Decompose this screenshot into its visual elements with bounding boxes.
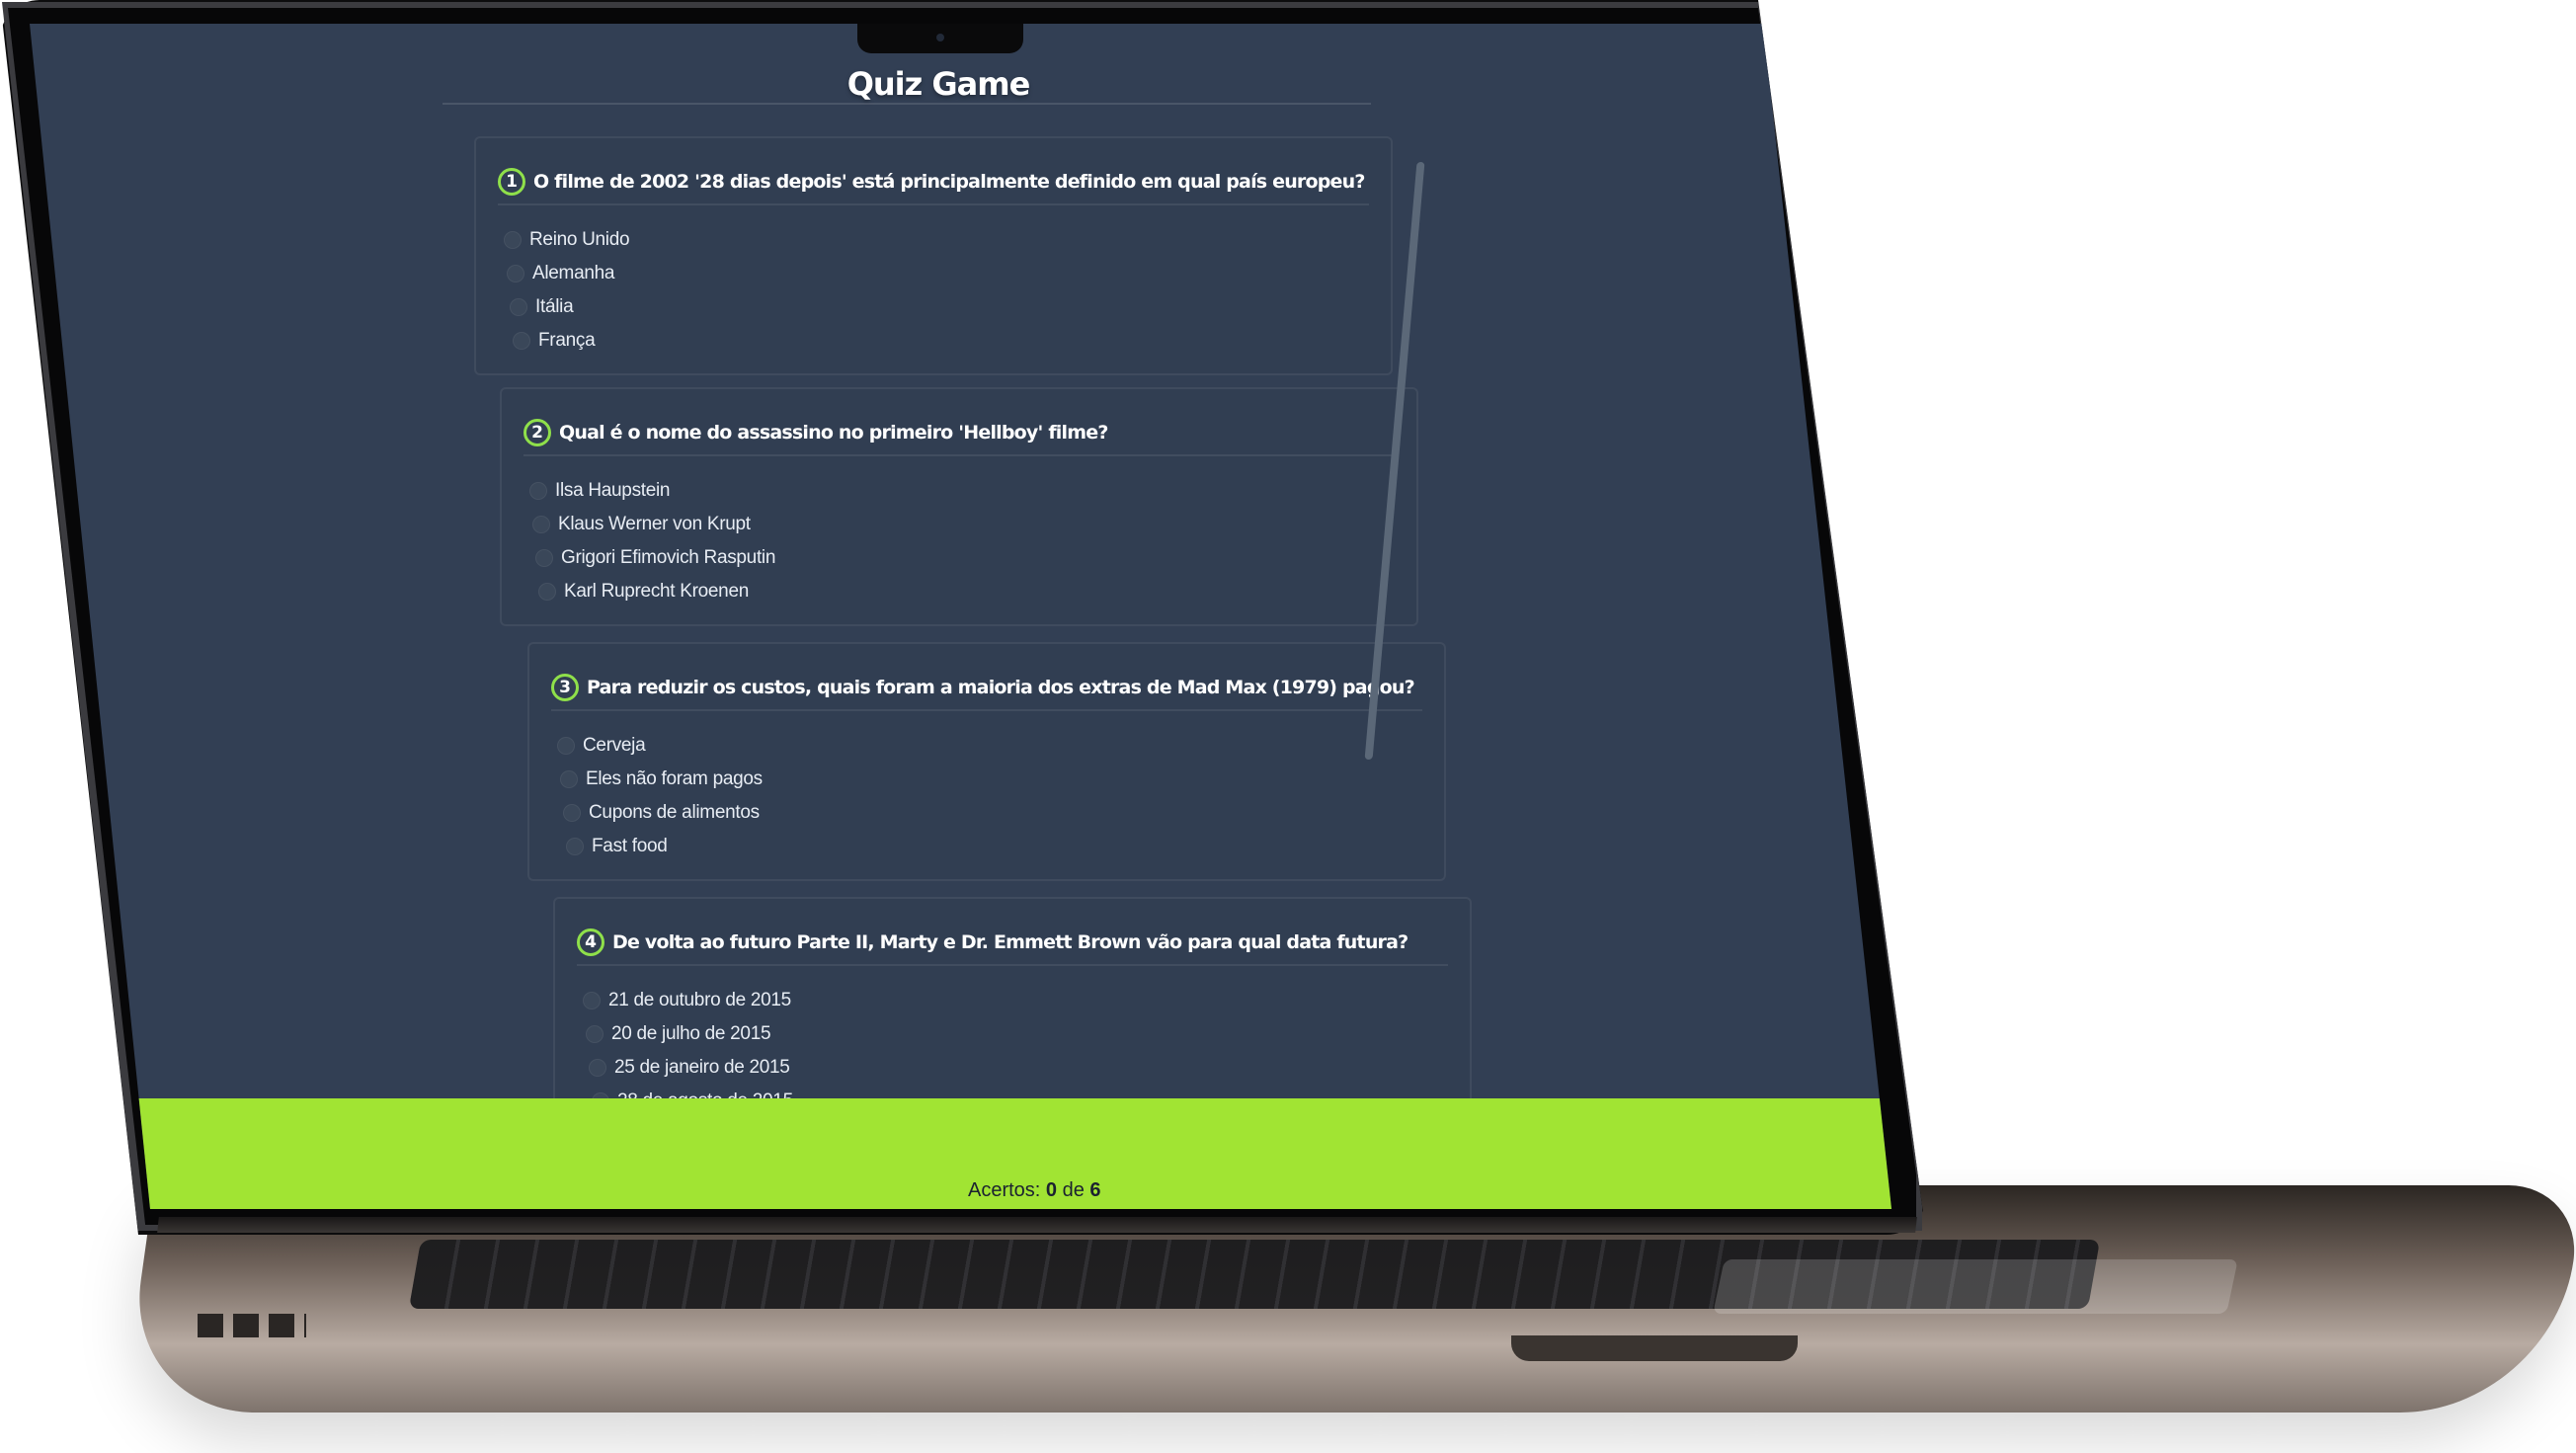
question-header: 2 Qual é o nome do assassino no primeiro… <box>523 411 1395 456</box>
question-header: 3 Para reduzir os custos, quais foram a … <box>551 666 1422 711</box>
answer-label: França <box>538 330 596 351</box>
question-text: O filme de 2002 '28 dias depois' está pr… <box>533 171 1365 193</box>
radio-button[interactable] <box>504 231 522 249</box>
radio-button[interactable] <box>529 482 547 500</box>
score-separator: de <box>1062 1179 1085 1201</box>
radio-button[interactable] <box>532 516 550 533</box>
question-text: De volta ao futuro Parte II, Marty e Dr.… <box>612 931 1409 953</box>
screen: Quiz Game 1 O filme de 2002 '28 dias dep… <box>30 24 1892 1209</box>
radio-button[interactable] <box>560 770 578 788</box>
answer-label: Cerveja <box>583 735 646 756</box>
answer-label: Fast food <box>592 836 668 856</box>
answer-label: Eles não foram pagos <box>586 768 763 789</box>
answer-option[interactable]: Cupons de alimentos <box>563 796 763 830</box>
radio-button[interactable] <box>566 838 584 855</box>
title-divider <box>443 103 1371 105</box>
radio-button[interactable] <box>589 1059 606 1077</box>
score-correct: 0 <box>1045 1179 1058 1201</box>
question-number-badge: 3 <box>551 674 579 701</box>
radio-button[interactable] <box>586 1025 604 1043</box>
answer-option[interactable]: Fast food <box>566 830 763 863</box>
score-text: Acertos: 0 de 6 <box>968 1179 1101 1202</box>
answer-option[interactable]: França <box>513 324 629 358</box>
laptop-ports <box>198 1314 306 1337</box>
camera-notch <box>857 24 1023 53</box>
answer-option[interactable]: 21 de outubro de 2015 <box>583 984 793 1017</box>
camera-icon <box>936 34 944 41</box>
answer-option[interactable]: Karl Ruprecht Kroenen <box>538 575 775 608</box>
quiz-list[interactable]: 1 O filme de 2002 '28 dias depois' está … <box>444 136 1511 1134</box>
question-card-3: 3 Para reduzir os custos, quais foram a … <box>527 642 1446 881</box>
score-total: 6 <box>1089 1179 1101 1201</box>
question-number-badge: 2 <box>523 419 551 446</box>
answer-label: Ilsa Haupstein <box>555 480 671 501</box>
radio-button[interactable] <box>513 332 530 350</box>
laptop-lid: Quiz Game 1 O filme de 2002 '28 dias dep… <box>0 0 1926 1235</box>
page-title: Quiz Game <box>846 65 1031 103</box>
answer-label: Klaus Werner von Krupt <box>558 514 751 534</box>
question-text: Qual é o nome do assassino no primeiro '… <box>559 422 1108 444</box>
radio-button[interactable] <box>583 992 601 1009</box>
radio-button[interactable] <box>507 265 524 283</box>
answer-label: Karl Ruprecht Kroenen <box>564 581 749 602</box>
question-header: 1 O filme de 2002 '28 dias depois' está … <box>498 160 1369 205</box>
question-card-2: 2 Qual é o nome do assassino no primeiro… <box>500 387 1418 626</box>
answer-label: Reino Unido <box>529 229 630 250</box>
answer-option[interactable]: Alemanha <box>507 257 629 290</box>
radio-button[interactable] <box>563 804 581 822</box>
question-number-badge: 1 <box>498 168 525 196</box>
question-header: 4 De volta ao futuro Parte II, Marty e D… <box>577 921 1448 966</box>
answer-options: Cerveja Eles não foram pagos Cupons de a… <box>557 729 763 863</box>
answer-option[interactable]: Ilsa Haupstein <box>529 474 775 508</box>
answer-label: 25 de janeiro de 2015 <box>614 1057 790 1078</box>
answer-option[interactable]: Reino Unido <box>504 223 630 257</box>
answer-option[interactable]: 20 de julho de 2015 <box>586 1017 793 1051</box>
radio-button[interactable] <box>535 549 553 567</box>
laptop-mockup: Quiz Game 1 O filme de 2002 '28 dias dep… <box>0 0 2576 1453</box>
answer-option[interactable]: Klaus Werner von Krupt <box>532 508 775 541</box>
question-number-badge: 4 <box>577 928 604 956</box>
answer-label: Cupons de alimentos <box>589 802 760 823</box>
answer-option[interactable]: Itália <box>510 290 629 324</box>
answer-label: Itália <box>535 296 574 317</box>
laptop-trackpad <box>1713 1259 2238 1314</box>
laptop-front-notch <box>1511 1335 1798 1361</box>
laptop-hinge <box>157 1217 1917 1233</box>
answer-label: 20 de julho de 2015 <box>611 1023 771 1044</box>
answer-label: 21 de outubro de 2015 <box>608 990 791 1010</box>
answer-option[interactable]: 25 de janeiro de 2015 <box>589 1051 793 1085</box>
radio-button[interactable] <box>538 583 556 601</box>
answer-option[interactable]: Cerveja <box>557 729 763 763</box>
answer-option[interactable]: Eles não foram pagos <box>560 763 763 796</box>
answer-label: Alemanha <box>532 263 615 283</box>
question-text: Para reduzir os custos, quais foram a ma… <box>587 677 1415 698</box>
answer-options: Reino Unido Alemanha Itália França <box>504 223 630 358</box>
radio-button[interactable] <box>557 737 575 755</box>
radio-button[interactable] <box>510 298 527 316</box>
score-label: Acertos: <box>968 1179 1041 1201</box>
score-footer <box>115 1098 1892 1209</box>
answer-label: Grigori Efimovich Rasputin <box>561 547 776 568</box>
question-card-1: 1 O filme de 2002 '28 dias depois' está … <box>474 136 1393 375</box>
answer-options: Ilsa Haupstein Klaus Werner von Krupt Gr… <box>529 474 775 608</box>
answer-option[interactable]: Grigori Efimovich Rasputin <box>535 541 775 575</box>
